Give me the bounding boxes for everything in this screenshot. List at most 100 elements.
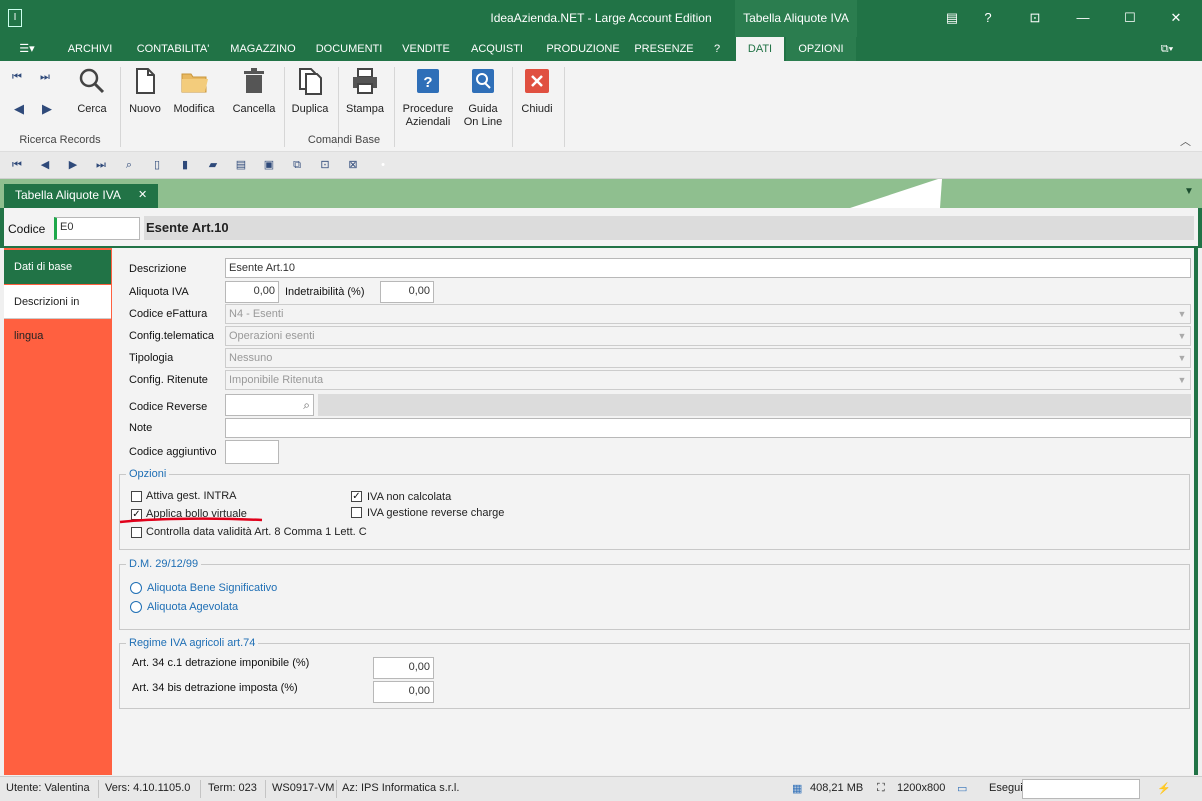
menu-documenti[interactable]: DOCUMENTI bbox=[308, 37, 390, 61]
window-icon[interactable]: ▭ bbox=[957, 782, 967, 795]
first-record-icon[interactable]: ⏮ bbox=[12, 71, 26, 85]
duplicate-icon[interactable]: ⧉ bbox=[290, 158, 304, 172]
prev-record-icon[interactable]: ◀ bbox=[14, 101, 28, 116]
user-doc-icon[interactable]: ▤ bbox=[942, 8, 962, 28]
iva-non-calcolata-checkbox[interactable]: ✓ bbox=[351, 491, 362, 502]
tipologia-select[interactable]: Nessuno ▼ bbox=[225, 348, 1191, 368]
attiva-intra-checkbox[interactable] bbox=[131, 491, 142, 502]
trash-icon[interactable]: ▮ bbox=[178, 158, 192, 172]
indetraibilita-input[interactable]: 0,00 bbox=[380, 281, 434, 303]
help-book-icon: ? bbox=[417, 69, 439, 93]
document-tab-strip: Tabella Aliquote IVA ✕ ▼ bbox=[0, 179, 1202, 208]
cerca-button[interactable]: Cerca bbox=[72, 65, 112, 135]
menu-produzione[interactable]: PRODUZIONE bbox=[538, 37, 628, 61]
agevolata-radio[interactable] bbox=[130, 601, 142, 613]
menu-presenze[interactable]: PRESENZE bbox=[632, 37, 696, 61]
lightning-icon[interactable]: ⚡ bbox=[1157, 782, 1171, 795]
help-button[interactable]: ? bbox=[978, 8, 998, 28]
nuovo-button[interactable]: Nuovo bbox=[126, 65, 164, 135]
esegui-input[interactable] bbox=[1022, 779, 1140, 799]
ribbon-display-icon[interactable]: ⊡ bbox=[1025, 8, 1045, 28]
stampa-label: Stampa bbox=[346, 103, 384, 115]
efattura-value: N4 - Esenti bbox=[229, 308, 284, 320]
close-icon[interactable]: ⊠ bbox=[346, 158, 360, 172]
app-menu-icon[interactable]: ☰▾ bbox=[12, 37, 42, 61]
menu-opzioni[interactable]: OPZIONI bbox=[786, 37, 856, 61]
opzioni-legend: Opzioni bbox=[129, 468, 167, 480]
status-version: Vers: 4.10.1105.0 bbox=[105, 782, 191, 794]
next-record-icon[interactable]: ▶ bbox=[42, 101, 56, 116]
aliquota-input[interactable]: 0,00 bbox=[225, 281, 279, 303]
stampa-button[interactable]: Stampa bbox=[342, 65, 388, 135]
attiva-intra-label: Attiva gest. INTRA bbox=[146, 490, 237, 502]
memory-icon: ▦ bbox=[792, 783, 803, 795]
cancella-button[interactable]: Cancella bbox=[228, 65, 280, 135]
regime-legend: Regime IVA agricoli art.74 bbox=[129, 637, 256, 649]
trash-icon bbox=[244, 68, 264, 93]
maximize-button[interactable]: ☐ bbox=[1120, 8, 1140, 28]
collapse-ribbon-icon[interactable]: ︿ bbox=[1180, 133, 1191, 149]
context-title: Tabella Aliquote IVA bbox=[735, 0, 857, 37]
online-help-icon[interactable]: ⊡ bbox=[318, 158, 332, 172]
close-button[interactable]: ✕ bbox=[1166, 8, 1186, 28]
note-input[interactable] bbox=[225, 418, 1191, 438]
first-record-icon[interactable]: ⏮ bbox=[10, 158, 24, 172]
art34bis-imposta-input[interactable]: 0,00 bbox=[373, 681, 434, 703]
prev-record-icon[interactable]: ◀ bbox=[38, 158, 52, 172]
telematica-value: Operazioni esenti bbox=[229, 330, 315, 342]
menu-contabilita[interactable]: CONTABILITA' bbox=[128, 37, 218, 61]
reverse-label: Codice Reverse bbox=[129, 401, 208, 413]
descrizione-label: Descrizione bbox=[129, 263, 187, 275]
new-document-icon[interactable]: ▯ bbox=[150, 158, 164, 172]
chiudi-button[interactable]: Chiudi bbox=[516, 65, 558, 135]
sidebar-item-descrizioni-in-lingua[interactable]: Descrizioni in lingua bbox=[4, 285, 111, 342]
aggiuntivo-input[interactable] bbox=[225, 440, 279, 464]
tab-list-dropdown-icon[interactable]: ▼ bbox=[1184, 186, 1194, 197]
search-icon[interactable]: ⌕ bbox=[303, 396, 310, 414]
controlla-data-checkbox[interactable] bbox=[131, 527, 142, 538]
modifica-button[interactable]: Modifica bbox=[170, 65, 218, 135]
controlla-data-label: Controlla data validità Art. 8 Comma 1 L… bbox=[146, 526, 367, 538]
modifica-label: Modifica bbox=[173, 103, 215, 115]
menu-magazzino[interactable]: MAGAZZINO bbox=[224, 37, 302, 61]
search-icon[interactable]: ⌕ bbox=[122, 158, 136, 172]
art34-imponibile-input[interactable]: 0,00 bbox=[373, 657, 434, 679]
customize-icon[interactable]: • bbox=[376, 158, 390, 172]
menu-vendite[interactable]: VENDITE bbox=[396, 37, 456, 61]
last-record-icon[interactable]: ⏭ bbox=[94, 158, 108, 172]
menu-help[interactable]: ? bbox=[704, 37, 730, 61]
printer-icon[interactable]: ▤ bbox=[234, 158, 248, 172]
help-book-icon[interactable]: ▣ bbox=[262, 158, 276, 172]
telematica-select[interactable]: Operazioni esenti ▼ bbox=[225, 326, 1191, 346]
folder-icon[interactable]: ▰ bbox=[206, 158, 220, 172]
next-record-icon[interactable]: ▶ bbox=[66, 158, 80, 172]
efattura-select[interactable]: N4 - Esenti ▼ bbox=[225, 304, 1191, 324]
menu-archivi[interactable]: ARCHIVI bbox=[58, 37, 122, 61]
duplica-button[interactable]: Duplica bbox=[288, 65, 332, 135]
guida-online-button[interactable]: Guida On Line bbox=[460, 65, 506, 135]
ritenute-select[interactable]: Imponibile Ritenuta ▼ bbox=[225, 370, 1191, 390]
menu-dati[interactable]: DATI bbox=[736, 37, 784, 61]
bene-significativo-radio[interactable] bbox=[130, 582, 142, 594]
status-term: Term: 023 bbox=[208, 782, 257, 794]
chevron-down-icon: ▼ bbox=[1177, 353, 1187, 363]
iva-non-calcolata-label: IVA non calcolata bbox=[367, 491, 452, 503]
status-separator bbox=[265, 780, 266, 798]
tab-tabella-aliquote-iva[interactable]: Tabella Aliquote IVA ✕ bbox=[4, 184, 158, 208]
menu-acquisti[interactable]: ACQUISTI bbox=[462, 37, 532, 61]
minimize-button[interactable]: — bbox=[1073, 8, 1093, 28]
tab-close-icon[interactable]: ✕ bbox=[138, 184, 147, 206]
art34-imponibile-label: Art. 34 c.1 detrazione imponibile (%) bbox=[132, 657, 310, 669]
descrizione-input[interactable]: Esente Art.10 bbox=[225, 258, 1191, 278]
codice-input[interactable]: E0 bbox=[54, 217, 140, 240]
esegui-label: Esegui bbox=[989, 782, 1023, 794]
sidebar-item-dati-di-base[interactable]: Dati di base bbox=[4, 250, 111, 284]
menu-bar: ☰▾ ARCHIVI CONTABILITA' MAGAZZINO DOCUME… bbox=[0, 37, 1202, 61]
procedure-aziendali-button[interactable]: ? Procedure Aziendali bbox=[400, 65, 456, 135]
layout-switch-icon[interactable]: ⧉▾ bbox=[1152, 37, 1182, 61]
reverse-charge-checkbox[interactable] bbox=[351, 507, 362, 518]
last-record-icon[interactable]: ⏭ bbox=[40, 71, 54, 85]
tab-strip-decoration bbox=[850, 179, 942, 208]
folder-icon bbox=[181, 73, 208, 93]
reverse-input[interactable]: ⌕ bbox=[225, 394, 314, 416]
